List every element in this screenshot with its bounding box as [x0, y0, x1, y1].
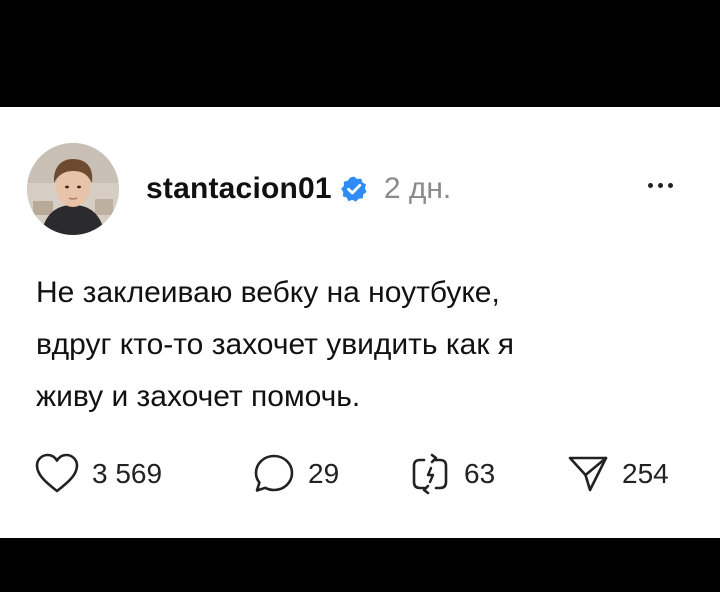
send-icon [568, 456, 608, 492]
post-text: Не заклеиваю вебку на ноутбуке, вдруг кт… [36, 276, 515, 413]
bottom-letterbox [0, 538, 720, 592]
post-actions: 3 569 29 63 254 [34, 452, 694, 496]
repost-count: 63 [464, 458, 496, 489]
post-card: stantacion01 2 дн. Не заклеиваю вебку на… [0, 107, 720, 538]
like-button[interactable]: 3 569 [34, 452, 162, 496]
comment-count: 29 [308, 458, 340, 489]
more-options-icon[interactable] [648, 183, 673, 188]
share-count: 254 [622, 458, 669, 489]
post-timestamp: 2 дн. [383, 172, 452, 205]
username[interactable]: stantacion01 [146, 172, 332, 206]
comment-button[interactable]: 29 [252, 452, 339, 496]
repost-icon [412, 453, 448, 495]
verified-badge-icon [340, 175, 368, 203]
repost-button[interactable]: 63 [408, 452, 495, 496]
post-header: stantacion01 2 дн. [146, 169, 451, 209]
heart-icon [35, 453, 79, 493]
comment-icon [254, 454, 294, 492]
share-button[interactable]: 254 [566, 452, 669, 496]
avatar[interactable] [27, 143, 119, 235]
like-count: 3 569 [92, 458, 163, 489]
top-letterbox [0, 0, 720, 107]
avatar-photo [27, 143, 119, 235]
